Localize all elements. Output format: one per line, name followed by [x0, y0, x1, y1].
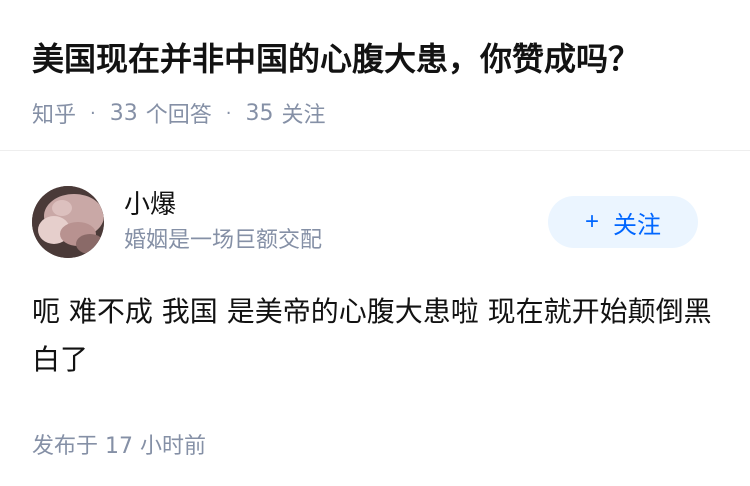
time-value: 17 小时前: [105, 434, 207, 459]
follow-count-label: 关注: [281, 103, 326, 128]
question-header: 美国现在并非中国的心腹大患，你赞成吗？ 知乎 · 33 个回答 · 35 关注: [32, 36, 722, 128]
plus-icon: +: [584, 208, 599, 235]
question-title[interactable]: 美国现在并非中国的心腹大患，你赞成吗？: [32, 36, 722, 82]
avatar[interactable]: [32, 186, 104, 258]
follow-button-label: 关注: [613, 211, 661, 239]
answer-item: 小爆 婚姻是一场巨额交配 + 关注 呃 难不成 我国 是美帝的心腹大患啦 现在就…: [32, 182, 722, 462]
answers-label: 个回答: [145, 103, 212, 128]
answer-time: 发布于 17 小时前: [32, 432, 722, 462]
avatar-image: [32, 186, 104, 258]
author-row: 小爆 婚姻是一场巨额交配 + 关注: [32, 182, 722, 262]
source-label[interactable]: 知乎: [32, 97, 76, 129]
answer-content[interactable]: 呃 难不成 我国 是美帝的心腹大患啦 现在就开始颠倒黑白了: [32, 288, 712, 384]
time-prefix: 发布于: [32, 434, 99, 459]
answers-count: 33: [109, 100, 138, 126]
author-name[interactable]: 小爆: [124, 188, 176, 222]
question-meta: 知乎 · 33 个回答 · 35 关注: [32, 97, 722, 129]
author-bio: 婚姻是一场巨额交配: [124, 228, 323, 253]
separator-dot: ·: [90, 102, 96, 124]
separator-dot: ·: [225, 102, 232, 124]
divider: [0, 150, 750, 151]
follow-count: 35: [245, 100, 274, 126]
follow-button[interactable]: + 关注: [548, 196, 698, 248]
